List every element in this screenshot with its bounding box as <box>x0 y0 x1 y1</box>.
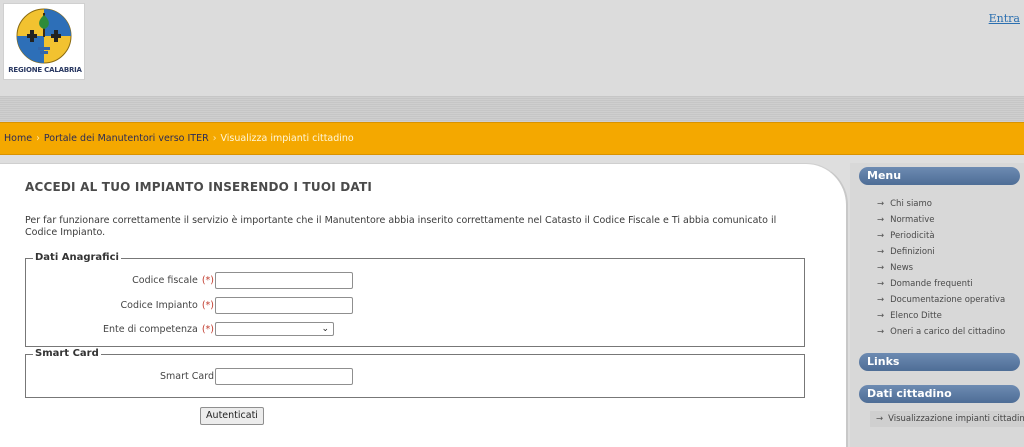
menu-section-header[interactable]: Menu <box>859 167 1020 185</box>
smart-card-fieldset: Smart Card Smart Card <box>25 348 806 398</box>
smart-card-row: Smart Card <box>26 368 806 386</box>
breadcrumb-current: Visualizza impianti cittadino <box>220 133 354 144</box>
menu-item-definizioni[interactable]: → Definizioni <box>877 247 1005 263</box>
codice-impianto-label: Codice Impianto (*) <box>120 300 214 311</box>
required-mark: (*) <box>201 275 214 286</box>
arrow-right-icon: → <box>877 215 885 225</box>
arrow-right-icon: → <box>876 414 884 424</box>
site-header: REGIONE CALABRIA Entra <box>0 0 1024 96</box>
arrow-right-icon: → <box>877 231 885 241</box>
dati-anagrafici-fieldset: Dati Anagrafici Codice fiscale (*) Codice… <box>25 252 806 347</box>
links-section-header[interactable]: Links <box>859 353 1020 371</box>
codice-fiscale-label: Codice fiscale (*) <box>132 275 214 286</box>
menu-item-domande-frequenti[interactable]: → Domande frequenti <box>877 279 1005 295</box>
autenticati-button[interactable]: Autenticati <box>200 407 264 425</box>
ente-row: Ente di competenza (*) ⌄ <box>26 321 806 339</box>
breadcrumb: Home › Portale dei Manutentori verso ITER ›… <box>0 122 1024 155</box>
menu-item-elenco-ditte[interactable]: → Elenco Ditte <box>877 311 1005 327</box>
menu-item-visualizzazione-impianti[interactable]: → Visualizzazione impianti cittadino <box>870 411 1024 427</box>
dati-anagrafici-legend: Dati Anagrafici <box>33 252 121 263</box>
breadcrumb-portale[interactable]: Portale dei Manutentori verso ITER <box>44 133 209 144</box>
info-text: Per far funzionare correttamente il serv… <box>25 215 777 238</box>
codice-impianto-input[interactable] <box>215 297 353 314</box>
region-logo[interactable]: REGIONE CALABRIA <box>3 3 85 80</box>
arrow-right-icon: → <box>877 247 885 257</box>
menu-item-news[interactable]: → News <box>877 263 1005 279</box>
required-mark: (*) <box>201 324 214 335</box>
menu-item-chi-siamo[interactable]: → Chi siamo <box>877 199 1005 215</box>
required-mark: (*) <box>201 300 214 311</box>
menu-item-documentazione-operativa[interactable]: → Documentazione operativa <box>877 295 1005 311</box>
login-link[interactable]: Entra <box>989 12 1020 25</box>
menu-item-oneri-cittadino[interactable]: → Oneri a carico del cittadino <box>877 327 1005 343</box>
smart-card-label: Smart Card <box>160 371 214 382</box>
arrow-right-icon: → <box>877 295 885 305</box>
sidebar: Menu → Chi siamo → Normative → Periodicità … <box>850 163 1024 447</box>
smart-card-input[interactable] <box>215 368 353 385</box>
chevron-down-icon: ⌄ <box>321 324 329 334</box>
arrow-right-icon: → <box>877 327 885 337</box>
menu-item-periodicita[interactable]: → Periodicità <box>877 231 1005 247</box>
page-title: ACCEDI AL TUO IMPIANTO INSERENDO I TUOI … <box>25 180 373 194</box>
breadcrumb-separator: › <box>212 133 217 144</box>
ente-competenza-label: Ente di competenza (*) <box>102 324 214 335</box>
codice-impianto-row: Codice Impianto (*) <box>26 297 806 315</box>
menu-item-normative[interactable]: → Normative <box>877 215 1005 231</box>
coat-of-arms-icon <box>16 8 72 64</box>
ente-competenza-select[interactable]: ⌄ <box>215 322 334 336</box>
breadcrumb-home[interactable]: Home <box>4 133 32 144</box>
codice-fiscale-row: Codice fiscale (*) <box>26 272 806 290</box>
breadcrumb-separator: › <box>36 133 40 144</box>
arrow-right-icon: → <box>877 263 885 273</box>
smart-card-legend: Smart Card <box>33 348 101 359</box>
arrow-right-icon: → <box>877 199 885 209</box>
header-divider-strip <box>0 96 1024 122</box>
arrow-right-icon: → <box>877 311 885 321</box>
logo-text: REGIONE CALABRIA <box>8 66 82 74</box>
main-panel: ACCEDI AL TUO IMPIANTO INSERENDO I TUOI … <box>0 163 848 447</box>
arrow-right-icon: → <box>877 279 885 289</box>
dati-cittadino-section-header[interactable]: Dati cittadino <box>859 385 1020 403</box>
codice-fiscale-input[interactable] <box>215 272 353 289</box>
menu-list: → Chi siamo → Normative → Periodicità → Defi… <box>877 199 1005 343</box>
